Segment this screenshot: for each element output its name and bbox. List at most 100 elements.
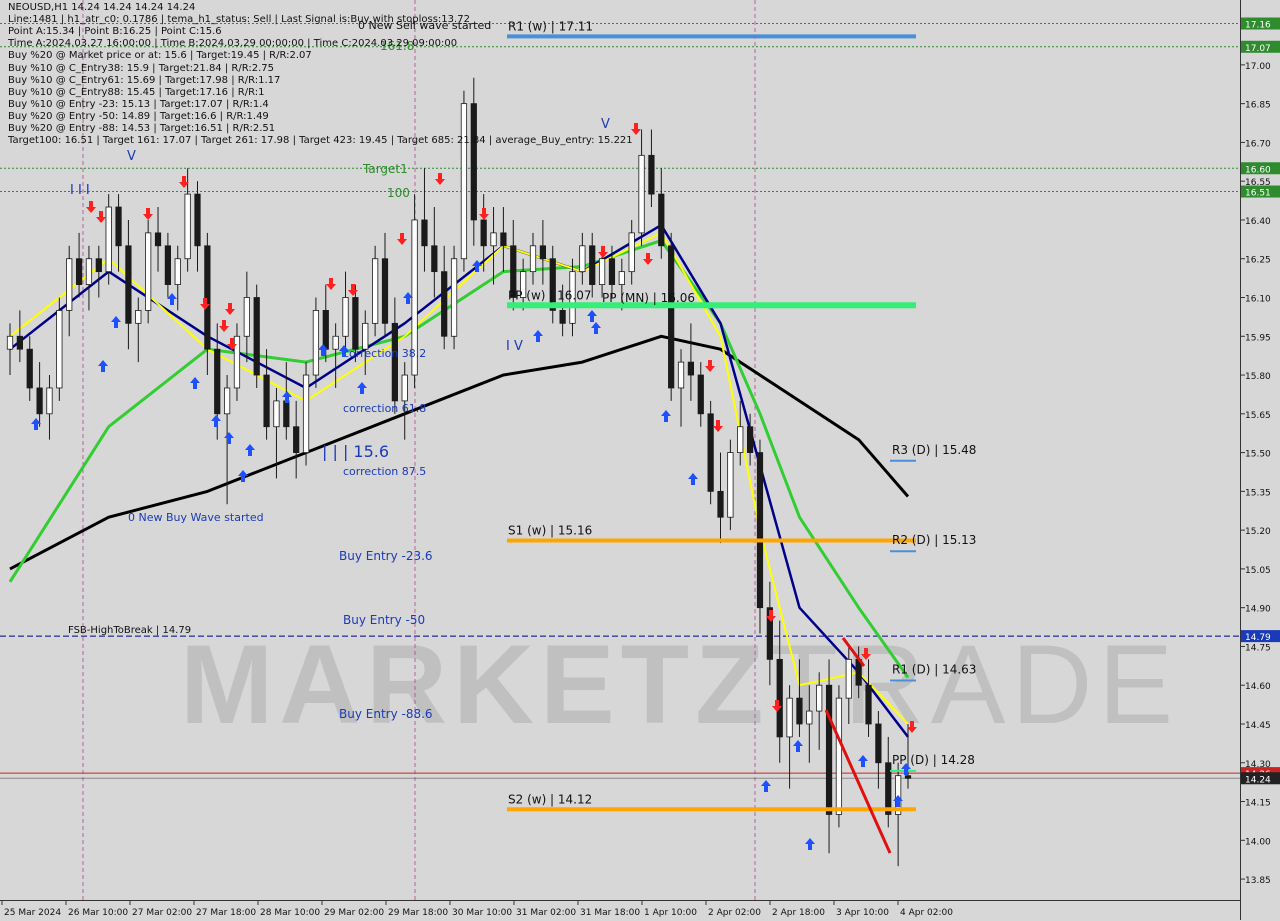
price-axis[interactable]: 17.0016.8516.7016.5516.4016.2516.1015.95… bbox=[1240, 0, 1280, 920]
price-tick-label: 13.85 bbox=[1245, 876, 1271, 886]
sell-arrow-icon bbox=[397, 233, 407, 245]
time-tick-label: 3 Apr 10:00 bbox=[836, 908, 889, 918]
candle-bull bbox=[105, 206, 112, 273]
info-line: Buy %10 @ C_Entry88: 15.45 | Target:17.1… bbox=[8, 86, 265, 98]
info-line: Line:1481 | h1_atr_c0: 0.1786 | tema_h1_… bbox=[8, 14, 470, 26]
candle-bear bbox=[95, 258, 102, 273]
buy-arrow-icon bbox=[167, 293, 177, 305]
price-tick-label: 14.60 bbox=[1245, 682, 1271, 692]
time-tick-label: 31 Mar 02:00 bbox=[516, 908, 576, 918]
time-tick-label: 4 Apr 02:00 bbox=[900, 908, 953, 918]
candle-bear bbox=[658, 193, 665, 247]
price-tick-label: 14.45 bbox=[1245, 721, 1271, 731]
info-line: Target100: 16.51 | Target 161: 17.07 | T… bbox=[8, 135, 633, 147]
sell-arrow-icon bbox=[631, 123, 641, 135]
candle-bear bbox=[154, 232, 162, 247]
chart-annotation: Target1 bbox=[362, 162, 408, 176]
candle-bear bbox=[825, 684, 833, 815]
price-tick-label: 15.05 bbox=[1245, 566, 1271, 576]
chart-annotation: correction 87.5 bbox=[343, 465, 426, 478]
candle-bear bbox=[214, 348, 221, 415]
info-line: Buy %20 @ Market price or at: 15.6 | Tar… bbox=[8, 50, 312, 62]
candle-bear bbox=[322, 310, 329, 350]
candle-bear bbox=[391, 322, 398, 402]
candle-bear bbox=[904, 775, 912, 779]
candle-bull bbox=[85, 258, 93, 285]
candle-bull bbox=[302, 374, 310, 453]
candle-bear bbox=[125, 245, 132, 324]
sell-arrow-icon bbox=[713, 420, 723, 432]
candle-bear bbox=[194, 193, 201, 247]
plot-area[interactable]: MARKETZTRADE R1 (w) | 17.11 PP (w) | 16.0… bbox=[0, 0, 1240, 900]
candle-bear bbox=[875, 723, 882, 764]
candle-bull bbox=[342, 297, 349, 337]
price-tick-label: 14.75 bbox=[1245, 643, 1271, 653]
sell-arrow-icon bbox=[643, 253, 653, 265]
chart-window: MARKETZTRADE R1 (w) | 17.11 PP (w) | 16.0… bbox=[0, 0, 1280, 921]
candle-bull bbox=[618, 271, 625, 285]
candle-bull bbox=[737, 426, 744, 453]
price-badge-label: 14.24 bbox=[1245, 775, 1271, 785]
sell-arrow-icon bbox=[435, 173, 445, 185]
chart-annotation: 0 New Buy Wave started bbox=[128, 511, 264, 524]
info-line: NEOUSD,H1 14.24 14.24 14.24 14.24 bbox=[8, 2, 196, 13]
time-axis[interactable]: 25 Mar 2024 26 Mar 10:00 27 Mar 02:00 27 Ma… bbox=[0, 900, 1240, 921]
candle-bull bbox=[677, 361, 685, 389]
candle-bear bbox=[115, 206, 122, 247]
candle-bull bbox=[332, 335, 339, 350]
price-tick-label: 16.85 bbox=[1245, 101, 1271, 111]
candle-bear bbox=[589, 245, 596, 285]
candle-bull bbox=[579, 245, 586, 273]
candle-bear bbox=[470, 103, 477, 221]
price-tick-label: 14.90 bbox=[1245, 605, 1271, 615]
price-tick-label: 16.25 bbox=[1245, 256, 1271, 266]
candle-bear bbox=[75, 258, 83, 285]
buy-arrow-icon bbox=[591, 322, 601, 334]
candle-bear bbox=[796, 697, 803, 725]
pivot-label-weekly: S1 (w) | 15.16 bbox=[508, 523, 592, 537]
pivot-label-monthly: PP (MN) | 16.06 bbox=[602, 291, 695, 305]
price-badge-label: 16.60 bbox=[1245, 165, 1271, 175]
price-tick-label: 15.20 bbox=[1245, 527, 1271, 537]
buy-arrow-icon bbox=[858, 755, 868, 767]
candle-bull bbox=[835, 697, 843, 815]
chart-annotation: | | | 15.6 bbox=[322, 442, 389, 461]
time-tick-label: 1 Apr 10:00 bbox=[644, 908, 697, 918]
candle-bull bbox=[598, 258, 606, 285]
chart-annotation: Buy Entry -23.6 bbox=[339, 549, 433, 563]
sell-arrow-icon bbox=[705, 360, 715, 372]
chart-annotation: V bbox=[127, 149, 136, 164]
time-tick-label: 25 Mar 2024 bbox=[4, 908, 61, 918]
candle-bull bbox=[450, 258, 458, 337]
candle-bull bbox=[460, 103, 468, 260]
price-badge-label: 14.79 bbox=[1245, 633, 1271, 643]
candle-bull bbox=[6, 335, 14, 350]
candle-bear bbox=[283, 400, 290, 428]
candle-bull bbox=[135, 310, 142, 324]
candle-bear bbox=[36, 387, 43, 415]
candle-bear bbox=[441, 271, 448, 337]
candle-bull bbox=[401, 374, 408, 402]
candle-bear bbox=[500, 232, 507, 247]
candle-bear bbox=[293, 426, 300, 453]
pivot-label-weekly: PP (w) | 16.07 bbox=[508, 288, 592, 302]
candle-bull bbox=[727, 452, 734, 518]
candle-bear bbox=[253, 297, 260, 376]
buy-arrow-icon bbox=[224, 432, 234, 444]
info-line: Buy %10 @ C_Entry38: 15.9 | Target:21.84… bbox=[8, 62, 274, 74]
candle-bull bbox=[786, 697, 793, 738]
price-tick-label: 15.65 bbox=[1245, 411, 1271, 421]
candle-bull bbox=[66, 258, 73, 311]
pivot-label-weekly: R1 (w) | 17.11 bbox=[508, 19, 593, 33]
candle-bear bbox=[352, 297, 359, 350]
candle-bull bbox=[174, 258, 181, 285]
chart-annotation: correction 38.2 bbox=[343, 347, 426, 360]
buy-arrow-icon bbox=[893, 795, 903, 807]
pivot-label-daily: R1 (D) | 14.63 bbox=[892, 662, 976, 676]
candle-bear bbox=[746, 426, 754, 453]
candle-bear bbox=[717, 490, 724, 518]
buy-arrow-icon bbox=[190, 377, 200, 389]
time-tick-label: 31 Mar 18:00 bbox=[580, 908, 640, 918]
candle-bull bbox=[56, 310, 63, 389]
buy-arrow-icon bbox=[111, 316, 121, 328]
